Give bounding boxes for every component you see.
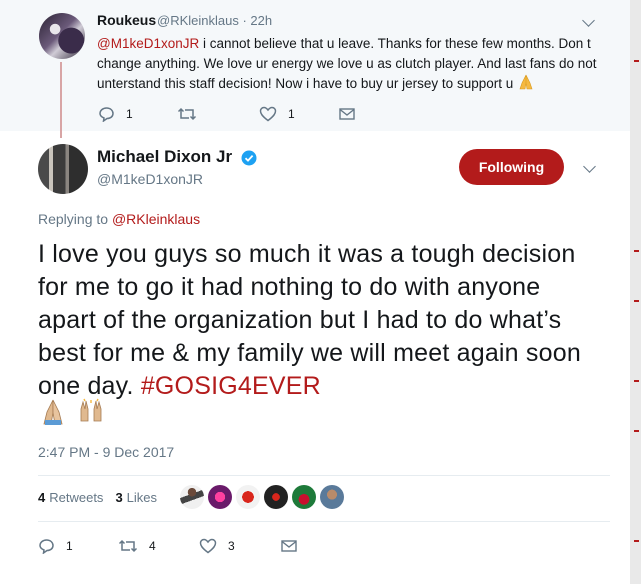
like-button[interactable]: 3	[199, 538, 235, 554]
heart-icon	[259, 106, 277, 122]
retweet-button[interactable]: 4	[118, 538, 156, 554]
dm-button[interactable]	[281, 539, 297, 553]
replying-to: Replying to @RKleinklaus	[38, 211, 200, 227]
hashtag-link[interactable]: #GOSIG4EVER	[141, 372, 321, 400]
parent-reply-button[interactable]: 1	[98, 106, 133, 122]
parent-tweet-text: @M1keD1xonJR i cannot believe that u lea…	[97, 34, 605, 94]
tweet-stats: 4 Retweets 3 Likes	[38, 490, 157, 505]
reply-button[interactable]: 1	[38, 538, 73, 554]
reply-icon	[99, 107, 114, 122]
parent-retweet-button[interactable]	[177, 106, 197, 122]
thread-line	[60, 62, 62, 138]
liker-avatars	[180, 485, 344, 509]
background-edge	[630, 0, 641, 584]
tweet-text: I love you guys so much it was a tough d…	[38, 238, 598, 403]
liker-avatar[interactable]	[180, 485, 204, 509]
liker-avatar[interactable]	[264, 485, 288, 509]
likes-number: 3	[115, 490, 123, 505]
liker-avatar[interactable]	[320, 485, 344, 509]
divider	[38, 521, 610, 522]
like-count: 3	[228, 539, 235, 553]
likes-label: Likes	[126, 490, 158, 505]
mail-icon	[281, 540, 297, 552]
retweets-number: 4	[38, 490, 46, 505]
replying-prefix: Replying to	[38, 211, 112, 227]
folded-hands-emoji	[43, 399, 63, 425]
retweet-icon	[177, 107, 197, 121]
parent-reply-count: 1	[126, 107, 133, 121]
reply-icon	[39, 539, 54, 554]
folded-hands-icon	[519, 74, 533, 90]
parent-like-button[interactable]: 1	[259, 106, 295, 122]
retweet-icon	[118, 539, 138, 553]
emoji-row	[38, 397, 106, 427]
liker-avatar[interactable]	[208, 485, 232, 509]
parent-author-name[interactable]: Roukeus	[97, 12, 156, 28]
raising-hands-emoji	[80, 398, 102, 422]
liker-avatar[interactable]	[292, 485, 316, 509]
retweets-stat[interactable]: 4 Retweets	[38, 490, 103, 505]
parent-dm-button[interactable]	[339, 107, 355, 121]
following-button[interactable]: Following	[459, 149, 564, 185]
verified-icon	[241, 150, 257, 166]
author-name[interactable]: Michael Dixon Jr	[97, 147, 232, 167]
likes-stat[interactable]: 3 Likes	[115, 490, 157, 505]
chevron-down-icon[interactable]	[583, 160, 596, 173]
tweet-timestamp[interactable]: 2:47 PM - 9 Dec 2017	[38, 444, 174, 460]
retweets-label: Retweets	[49, 490, 104, 505]
avatar-roukeus[interactable]	[39, 13, 85, 59]
liker-avatar[interactable]	[236, 485, 260, 509]
mention-link[interactable]: @M1keD1xonJR	[97, 36, 199, 51]
mail-icon	[339, 108, 355, 120]
avatar-michael-dixon[interactable]	[38, 144, 88, 194]
author-handle[interactable]: @M1keD1xonJR	[97, 171, 203, 187]
retweet-count: 4	[149, 539, 156, 553]
parent-author-handle[interactable]: @RKleinklaus · 22h	[157, 13, 272, 28]
replying-to-link[interactable]: @RKleinklaus	[112, 211, 200, 227]
heart-icon	[199, 538, 217, 554]
divider	[38, 475, 610, 476]
parent-like-count: 1	[288, 107, 295, 121]
reply-count: 1	[66, 539, 73, 553]
